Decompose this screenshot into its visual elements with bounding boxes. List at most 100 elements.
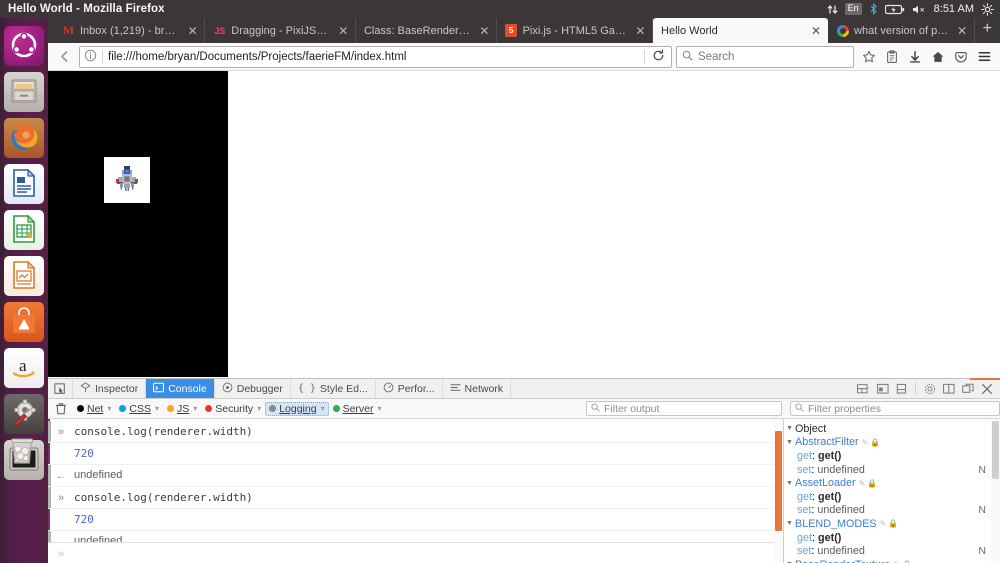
tab-close-icon[interactable]: ✕ [810, 25, 822, 37]
console-scrollbar-thumb[interactable] [775, 431, 782, 531]
chevron-down-icon[interactable]: ▾ [107, 404, 111, 413]
property-root-node[interactable]: ▼ Object [784, 422, 1000, 436]
edit-pencil-icon[interactable]: ✎ [862, 438, 869, 447]
info-circle-icon[interactable] [84, 49, 97, 65]
tab-close-icon[interactable]: ✕ [635, 25, 646, 37]
hamburger-menu-icon[interactable] [973, 46, 995, 68]
launcher-item-ubuntu-dash[interactable] [4, 26, 44, 66]
property-set-row[interactable]: set : undefined N [784, 544, 1000, 558]
browser-tab-inbox[interactable]: M Inbox (1,219) - brya... ✕ [54, 18, 206, 43]
network-updown-icon[interactable] [827, 4, 838, 15]
filter-logging-button[interactable]: Logging ▾ [265, 401, 329, 416]
chevron-down-icon[interactable]: ▼ [784, 425, 795, 432]
pocket-icon[interactable] [950, 46, 972, 68]
dock-bottom-icon[interactable] [874, 380, 891, 397]
console-row[interactable]: 720 [48, 509, 783, 531]
tab-performance[interactable]: Perfor... [376, 379, 443, 398]
console-row[interactable]: ← undefined [48, 465, 783, 487]
properties-scrollbar[interactable] [991, 419, 1000, 563]
browser-tab-dragging-pixijs[interactable]: JS Dragging - PixiJS E... ✕ [205, 18, 356, 43]
battery-charging-icon[interactable] [884, 4, 905, 15]
tab-console[interactable]: Console [146, 379, 215, 398]
launcher-item-system-settings[interactable] [4, 394, 44, 434]
search-bar[interactable]: Search [676, 45, 854, 68]
new-tab-button[interactable]: + [975, 21, 1000, 37]
gear-icon[interactable] [921, 380, 938, 397]
sprite-container[interactable] [104, 157, 150, 203]
console-output-pane[interactable]: » console.log(renderer.width) 720 ← unde… [48, 419, 783, 563]
launcher-item-libreoffice-calc[interactable] [4, 210, 44, 250]
filter-js-button[interactable]: JS ▾ [163, 402, 201, 416]
launcher-item-firefox[interactable] [4, 118, 44, 158]
filter-net-button[interactable]: Net ▾ [73, 402, 115, 416]
object-properties-pane[interactable]: ▼ Object ▼ AbstractFilter ✎ 🔒 get : get(… [783, 419, 1000, 563]
download-arrow-icon[interactable] [904, 46, 926, 68]
launcher-item-files[interactable] [4, 72, 44, 112]
browser-tab-pixijs-home[interactable]: 5 Pixi.js - HTML5 Gam... ✕ [497, 18, 654, 43]
volume-muted-icon[interactable] [912, 4, 927, 15]
console-row[interactable]: » console.log(renderer.width) [48, 421, 783, 443]
pixi-canvas[interactable] [48, 71, 228, 377]
launcher-item-amazon[interactable]: a [4, 348, 44, 388]
tab-close-icon[interactable]: ✕ [479, 25, 489, 37]
clock[interactable]: 8:51 AM [934, 3, 974, 15]
close-icon[interactable] [978, 380, 995, 397]
filter-server-button[interactable]: Server ▾ [329, 402, 386, 416]
keyboard-layout-indicator[interactable]: En [844, 3, 862, 15]
property-node-abstractfilter[interactable]: ▼ AbstractFilter ✎ 🔒 [784, 436, 1000, 450]
url-bar[interactable]: file:///home/bryan/Documents/Projects/fa… [79, 45, 672, 68]
bluetooth-icon[interactable] [869, 3, 878, 15]
chevron-down-icon[interactable]: ▾ [321, 404, 325, 413]
gear-icon[interactable] [981, 2, 994, 16]
console-row[interactable]: » console.log(renderer.width) [48, 487, 783, 509]
edit-pencil-icon[interactable]: ✎ [859, 479, 866, 488]
tab-close-icon[interactable]: ✕ [338, 25, 349, 37]
launcher-item-libreoffice-writer[interactable] [4, 164, 44, 204]
star-icon[interactable] [858, 46, 880, 68]
chevron-down-icon[interactable]: ▼ [784, 439, 795, 446]
tab-close-icon[interactable]: ✕ [187, 25, 198, 37]
chevron-down-icon[interactable]: ▼ [784, 480, 795, 487]
reload-icon[interactable] [650, 49, 667, 65]
filter-security-button[interactable]: Security ▾ [201, 402, 265, 416]
property-get-row[interactable]: get : get() [784, 449, 1000, 463]
tab-close-icon[interactable]: ✕ [956, 25, 967, 37]
separate-window-icon[interactable] [959, 380, 976, 397]
property-get-row[interactable]: get : get() [784, 490, 1000, 504]
launcher-item-libreoffice-impress[interactable] [4, 256, 44, 296]
filter-output-input[interactable]: Filter output [586, 401, 782, 416]
chevron-down-icon[interactable]: ▾ [257, 404, 261, 413]
split-panel-icon[interactable] [940, 380, 957, 397]
element-picker-button[interactable] [48, 379, 73, 398]
property-get-row[interactable]: get : get() [784, 531, 1000, 545]
property-node-baserendertexture[interactable]: ▼ BaseRenderTexture ✎ 🔒 [784, 558, 1000, 563]
browser-tab-hello-world[interactable]: Hello World ✕ [653, 18, 829, 43]
chevron-down-icon[interactable]: ▾ [193, 404, 197, 413]
tab-debugger[interactable]: Debugger [215, 379, 291, 398]
property-node-assetloader[interactable]: ▼ AssetLoader ✎ 🔒 [784, 476, 1000, 490]
property-node-blend-modes[interactable]: ▼ BLEND_MODES ✎ 🔒 [784, 517, 1000, 531]
back-arrow-icon[interactable] [53, 46, 75, 68]
layout-icon[interactable] [855, 380, 872, 397]
home-icon[interactable] [927, 46, 949, 68]
browser-tab-what-version[interactable]: what version of pix... ✕ [828, 18, 975, 43]
console-input-prompt[interactable]: » [48, 542, 783, 563]
property-set-row[interactable]: set : undefined N [784, 504, 1000, 518]
dock-side-icon[interactable] [893, 380, 910, 397]
tab-inspector[interactable]: Inspector [73, 379, 147, 398]
filter-properties-input[interactable]: Filter properties [790, 401, 1000, 416]
filter-css-button[interactable]: CSS ▾ [115, 402, 163, 416]
edit-pencil-icon[interactable]: ✎ [880, 519, 887, 528]
library-icon[interactable] [881, 46, 903, 68]
chevron-down-icon[interactable]: ▾ [155, 404, 159, 413]
launcher-item-ubuntu-software[interactable] [4, 302, 44, 342]
console-row[interactable]: 720 [48, 443, 783, 465]
tab-network[interactable]: Network [443, 379, 512, 398]
launcher-item-trash[interactable] [4, 431, 40, 470]
browser-tab-baserendertexture[interactable]: Class: BaseRenderText... ✕ [356, 18, 497, 43]
tab-style-editor[interactable]: { } Style Ed... [291, 379, 376, 398]
property-set-row[interactable]: set : undefined N [784, 463, 1000, 477]
console-scrollbar[interactable] [774, 419, 783, 563]
properties-scrollbar-thumb[interactable] [992, 421, 999, 479]
chevron-down-icon[interactable]: ▾ [378, 404, 382, 413]
